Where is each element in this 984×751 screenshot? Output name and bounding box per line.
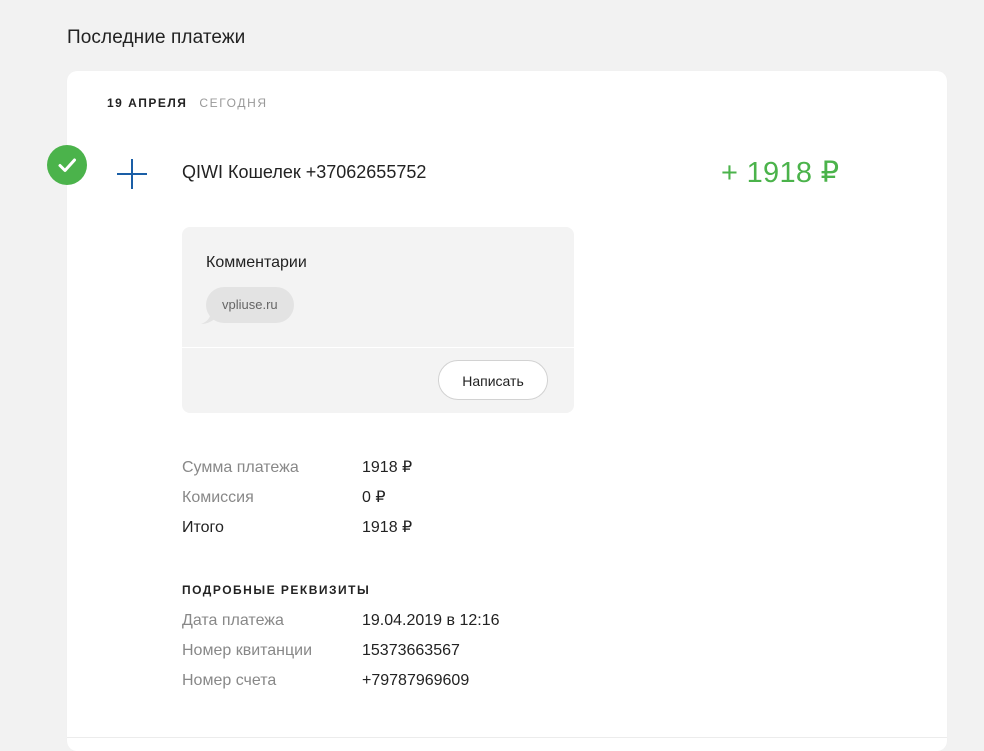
detail-label: Дата платежа <box>182 612 284 629</box>
summary-value: 1918 ₽ <box>362 459 413 476</box>
write-comment-button[interactable]: Написать <box>438 360 548 400</box>
detail-value: 19.04.2019 в 12:16 <box>362 612 500 629</box>
relative-date-label: сегодня <box>199 96 268 110</box>
summary-value: 0 ₽ <box>362 489 386 506</box>
plus-icon <box>116 158 148 190</box>
check-icon <box>47 145 87 185</box>
summary-value: 1918 ₽ <box>362 519 413 536</box>
page-title: Последние платежи <box>67 27 246 48</box>
date-label: 19 апреля <box>107 96 188 110</box>
detail-value: 15373663567 <box>362 642 460 659</box>
summary-label: Сумма платежа <box>182 459 299 476</box>
comments-divider <box>182 347 574 348</box>
comments-title: Комментарии <box>206 254 307 271</box>
details-section-title: ПОДРОБНЫЕ РЕКВИЗИТЫ <box>182 583 371 597</box>
comment-bubble: vpliuse.ru <box>206 287 294 323</box>
detail-label: Номер счета <box>182 672 277 689</box>
summary-label: Комиссия <box>182 489 254 506</box>
detail-value: +79787969609 <box>362 672 470 689</box>
payee-name: QIWI Кошелек +37062655752 <box>182 162 427 182</box>
payment-amount: + 1918 ₽ <box>721 157 840 189</box>
card-divider <box>67 737 947 738</box>
summary-label: Итого <box>182 519 224 536</box>
detail-label: Номер квитанции <box>182 642 313 659</box>
date-header: 19 апреля сегодня <box>107 96 268 110</box>
comments-panel: Комментарии vpliuse.ru Написать <box>182 227 574 413</box>
